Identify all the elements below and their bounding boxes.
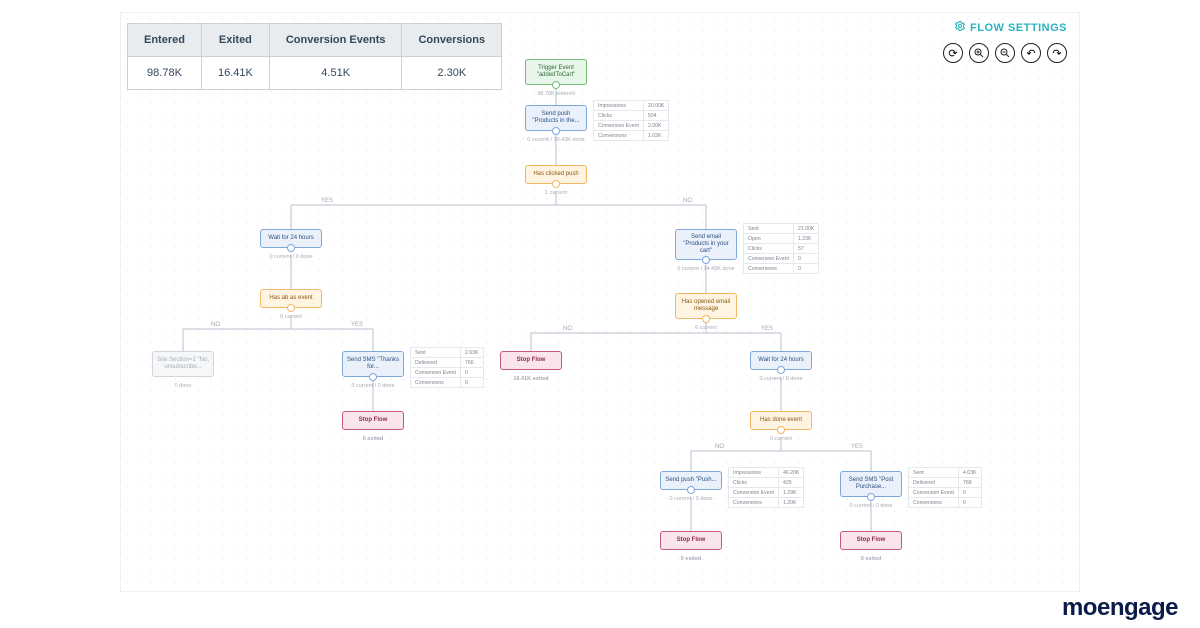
node-send-sms-pp[interactable]: Send SMS "Post Purchase... 0 current / 0…: [840, 471, 902, 497]
node-sub: 0 done: [123, 383, 243, 389]
node-sub: 0 current / 0 done: [231, 254, 351, 260]
node-label: Has opened email message: [682, 299, 730, 312]
node-cond-done-event[interactable]: Has done event 0 current: [750, 411, 812, 430]
mini-table-sms-pp: Sent4.03K Delivered768 Conversion Event0…: [908, 467, 982, 508]
node-send-email[interactable]: Send email "Products in your cart" 0 cur…: [675, 229, 737, 260]
node-send-sms-thanks[interactable]: Send SMS "Thanks for... 0 current / 0 do…: [342, 351, 404, 377]
node-stop-rl[interactable]: Stop Flow 0 exited: [660, 531, 722, 550]
node-sub: 0 exited: [811, 556, 931, 562]
node-trigger[interactable]: Trigger Event "addedToCart" 98.78K enter…: [525, 59, 587, 85]
node-label: Has ab as event: [269, 295, 312, 301]
node-send-push-right[interactable]: Send push "Push... 0 current / 0 done: [660, 471, 722, 490]
node-sub: 0 current: [721, 436, 841, 442]
node-label: Stop Flow: [359, 417, 388, 423]
node-label: Trigger Event "addedToCart": [537, 65, 576, 78]
node-label: Stop Flow: [857, 537, 886, 543]
node-wait-24h-right[interactable]: Wait for 24 hours 0 current / 0 done: [750, 351, 812, 370]
mini-table-email: Sent21.00K Open1.23K Clicks57 Conversion…: [743, 223, 819, 274]
node-label: Site Section=1 "No, unsubscribe...: [157, 357, 209, 370]
node-label: Send email "Products in your cart": [683, 234, 728, 254]
node-sub: 6 current: [646, 325, 766, 331]
node-cond-clicked-push[interactable]: Has clicked push 1 current: [525, 165, 587, 184]
node-sub: 0 current: [231, 314, 351, 320]
node-cond-ab-event[interactable]: Has ab as event 0 current: [260, 289, 322, 308]
brand-logo: moengage: [1062, 594, 1178, 622]
node-stop-rr[interactable]: Stop Flow 0 exited: [840, 531, 902, 550]
mini-table-push-right: Impressions46.20K Clicks425 Conversion E…: [728, 467, 804, 508]
node-label: Stop Flow: [677, 537, 706, 543]
node-sub: 0 exited: [631, 556, 751, 562]
node-label: Send SMS "Post Purchase...: [849, 477, 893, 490]
node-inactive[interactable]: Site Section=1 "No, unsubscribe... 0 don…: [152, 351, 214, 377]
mini-table-push1: Impressions20.00K Clicks504 Conversion E…: [593, 100, 669, 141]
node-stop-left[interactable]: Stop Flow 0 exited: [342, 411, 404, 430]
node-label: Wait for 24 hours: [758, 357, 803, 363]
node-cond-opened-email[interactable]: Has opened email message 6 current: [675, 293, 737, 319]
node-sub: 0 exited: [313, 436, 433, 442]
node-sub: 16.41K exited: [471, 376, 591, 382]
node-label: Send push "Products in the...: [532, 111, 579, 124]
node-sub: 1 current: [496, 190, 616, 196]
node-sub: 0 current / 0 done: [721, 376, 841, 382]
node-send-push-1[interactable]: Send push "Products in the... 0 current …: [525, 105, 587, 131]
flow-canvas[interactable]: Entered Exited Conversion Events Convers…: [120, 12, 1080, 592]
node-label: Has clicked push: [533, 171, 578, 177]
node-label: Send push "Push...: [665, 477, 716, 483]
node-stop-middle[interactable]: Stop Flow 16.41K exited: [500, 351, 562, 370]
node-sub: 98.78K entered: [496, 91, 616, 97]
node-label: Wait for 24 hours: [268, 235, 313, 241]
node-label: Has done event: [760, 417, 802, 423]
node-label: Send SMS "Thanks for...: [347, 357, 399, 370]
node-label: Stop Flow: [517, 357, 546, 363]
node-wait-24h-left[interactable]: Wait for 24 hours 0 current / 0 done: [260, 229, 322, 248]
